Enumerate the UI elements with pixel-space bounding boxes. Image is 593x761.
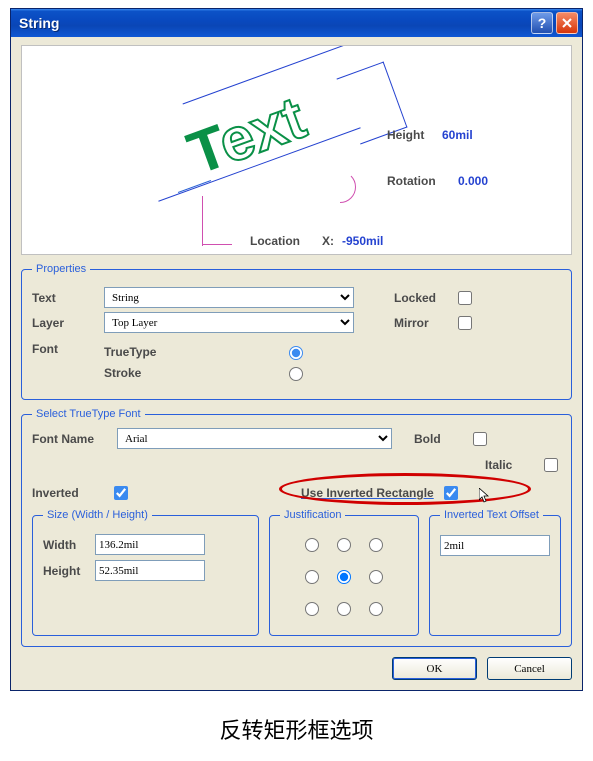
stroke-label: Stroke — [104, 366, 284, 380]
dialog-window: String ? Text Height 60mil Rotation 0.00… — [10, 8, 583, 691]
size-height-input[interactable] — [95, 560, 205, 581]
locked-checkbox[interactable] — [458, 291, 472, 305]
just-tc[interactable] — [337, 538, 351, 552]
inverted-label: Inverted — [32, 486, 110, 500]
truetype-radio[interactable] — [289, 346, 303, 360]
offset-group: Inverted Text Offset — [429, 509, 561, 636]
just-legend: Justification — [280, 509, 345, 521]
fontname-label: Font Name — [32, 432, 117, 446]
rotation-arc-icon — [324, 171, 356, 203]
origin-h — [202, 244, 232, 245]
bold-checkbox[interactable] — [473, 432, 487, 446]
size-legend: Size (Width / Height) — [43, 509, 152, 521]
size-width-input[interactable] — [95, 534, 205, 555]
size-height-label: Height — [43, 564, 95, 578]
preview-pane: Text Height 60mil Rotation 0.000 Locatio… — [21, 45, 572, 255]
stroke-radio[interactable] — [289, 367, 303, 381]
font-label: Font — [32, 339, 104, 356]
fontname-combo[interactable]: Arial — [117, 428, 392, 449]
bold-label: Bold — [414, 432, 469, 446]
height-value: 60mil — [442, 128, 473, 142]
x-label: X: — [322, 234, 334, 248]
size-width-label: Width — [43, 538, 95, 552]
titlebar[interactable]: String ? — [11, 9, 582, 37]
ok-button[interactable]: OK — [392, 657, 477, 680]
italic-label: Italic — [485, 458, 540, 472]
text-combo[interactable]: String — [104, 287, 354, 308]
height-label: Height — [387, 128, 424, 142]
mirror-label: Mirror — [394, 316, 454, 330]
rotation-value: 0.000 — [458, 174, 488, 188]
button-bar: OK Cancel — [21, 657, 572, 680]
justification-grid — [280, 529, 408, 625]
layer-label: Layer — [32, 316, 104, 330]
inverted-checkbox[interactable] — [114, 486, 128, 500]
properties-group: Properties Text String Locked Layer Top … — [21, 263, 572, 400]
just-mc[interactable] — [337, 570, 351, 584]
just-tl[interactable] — [305, 538, 319, 552]
text-label: Text — [32, 291, 104, 305]
origin-v — [202, 196, 203, 246]
just-mr[interactable] — [369, 570, 383, 584]
truetype-group: Select TrueType Font Font Name Arial Bol… — [21, 408, 572, 647]
locked-label: Locked — [394, 291, 454, 305]
window-title: String — [19, 15, 528, 31]
location-label: Location — [250, 234, 300, 248]
rotation-label: Rotation — [387, 174, 436, 188]
client-area: Text Height 60mil Rotation 0.000 Locatio… — [11, 37, 582, 690]
truetype-label: TrueType — [104, 345, 284, 359]
mirror-checkbox[interactable] — [458, 316, 472, 330]
size-group: Size (Width / Height) Width Height — [32, 509, 259, 636]
help-button[interactable]: ? — [531, 12, 553, 34]
properties-legend: Properties — [32, 263, 90, 275]
just-bl[interactable] — [305, 602, 319, 616]
justification-group: Justification — [269, 509, 419, 636]
cancel-button[interactable]: Cancel — [487, 657, 572, 680]
layer-combo[interactable]: Top Layer — [104, 312, 354, 333]
just-bc[interactable] — [337, 602, 351, 616]
offset-legend: Inverted Text Offset — [440, 509, 543, 521]
figure-caption: 反转矩形框选项 — [0, 713, 593, 745]
close-icon — [561, 17, 573, 29]
just-br[interactable] — [369, 602, 383, 616]
cursor-icon — [479, 488, 495, 504]
truetype-legend: Select TrueType Font — [32, 408, 145, 420]
x-value: -950mil — [342, 234, 383, 248]
close-button[interactable] — [556, 12, 578, 34]
italic-checkbox[interactable] — [544, 458, 558, 472]
just-ml[interactable] — [305, 570, 319, 584]
just-tr[interactable] — [369, 538, 383, 552]
offset-input[interactable] — [440, 535, 550, 556]
y-value: -1190mil — [342, 252, 389, 255]
y-label: Y: — [322, 252, 333, 255]
